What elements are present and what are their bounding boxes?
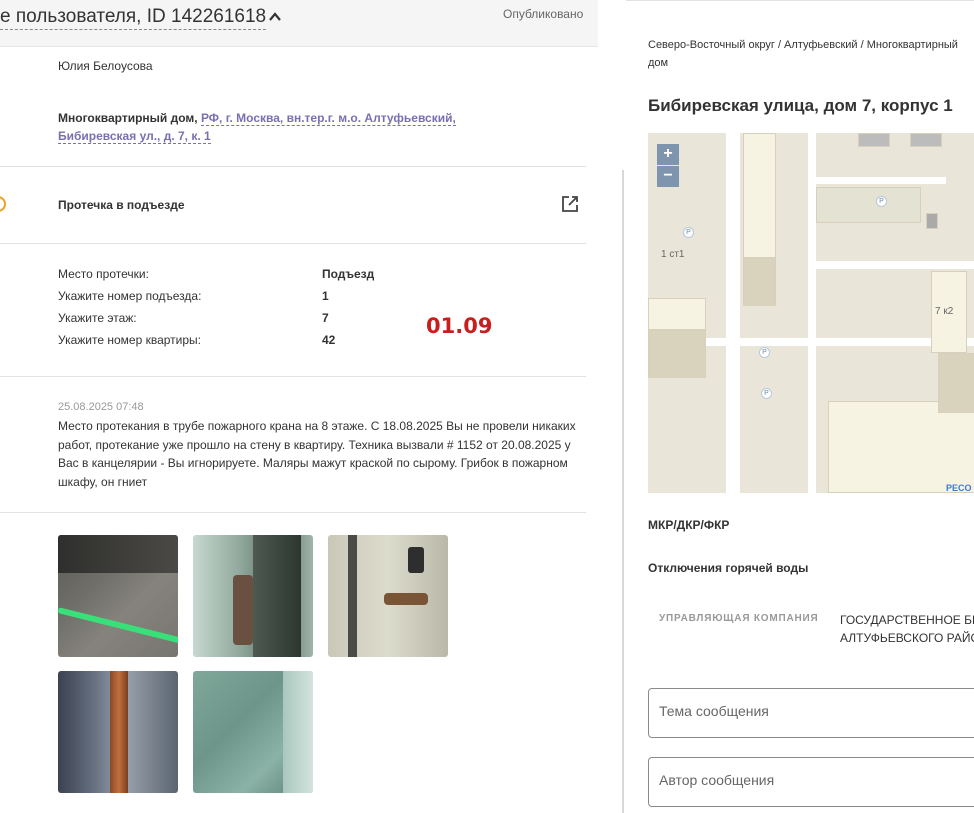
attachment-photo-3[interactable] [328,535,448,657]
map-building-label: 7 к2 [935,306,954,317]
subject-field[interactable] [648,688,974,738]
zoom-out-button[interactable]: − [657,166,679,187]
author-input[interactable] [659,772,959,788]
address-link-line2[interactable]: Бибиревская ул., д. 7, к. 1 [58,129,211,144]
building-type: Многоквартирный дом, [58,111,198,125]
map-building [938,353,974,413]
map-building [743,258,776,306]
message-date: 25.08.2025 07:48 [58,401,144,413]
map-building [816,187,921,223]
appeal-panel: е пользователя, ID 142261618 Опубликован… [0,0,600,813]
status-badge: Опубликовано [503,7,584,21]
category-title: Протечка в подъезде [58,198,185,212]
management-company-value: ГОСУДАРСТВЕННОЕ БЮ АЛТУФЬЕВСКОГО РАЙО [840,611,974,647]
parking-icon: P [761,388,772,399]
author-name: Юлия Белоусова [58,59,153,73]
author-field[interactable] [648,757,974,807]
map-building [858,133,890,147]
management-company-line: АЛТУФЬЕВСКОГО РАЙО [840,631,974,645]
building-panel: Северо-Восточный округ / Алтуфьевский / … [626,0,974,813]
author-address: Многоквартирный дом, РФ, г. Москва, вн.т… [58,109,478,145]
map-building [828,401,974,493]
zoom-in-button[interactable]: + [657,144,679,165]
chevron-up-icon[interactable] [268,10,282,24]
detail-value: 1 [322,289,329,303]
breadcrumb[interactable]: Северо-Восточный округ / Алтуфьевский / … [648,36,974,72]
attachment-photo-4[interactable] [58,671,178,793]
detail-label: Укажите этаж: [58,311,137,325]
appeal-header: е пользователя, ID 142261618 Опубликован… [0,0,598,47]
attachment-photo-5[interactable] [193,671,313,793]
building-title: Бибиревская улица, дом 7, корпус 1 [648,96,953,115]
map-building [743,133,776,258]
author-section: Юлия Белоусова [0,47,586,167]
detail-label: Укажите номер квартиры: [58,333,202,347]
management-company-label: УПРАВЛЯЮЩАЯ КОМПАНИЯ [659,613,819,624]
subject-input[interactable] [659,703,959,719]
detail-label: Укажите номер подъезда: [58,289,202,303]
date-stamp: 01.09 [426,314,493,338]
section-hot-water[interactable]: Отключения горячей воды [648,561,808,575]
external-link-icon[interactable] [561,195,579,213]
map-building [910,133,942,147]
management-company-line: ГОСУДАРСТВЕННОЕ БЮ [840,613,974,627]
detail-label: Место протечки: [58,267,149,281]
building-map[interactable]: + − 1 ст1 7 к2 P P P P PECO [648,133,974,493]
detail-value: 7 [322,311,329,325]
map-building [648,298,706,330]
parking-icon: P [759,347,770,358]
map-provider-logo: PECO [946,483,972,493]
panel-scrollbar[interactable] [622,170,624,813]
section-mkr[interactable]: МКР/ДКР/ФКР [648,518,729,532]
detail-value: 42 [322,333,336,347]
attachment-photo-1[interactable] [58,535,178,657]
map-building [926,213,938,229]
appeal-title[interactable]: е пользователя, ID 142261618 [0,6,267,30]
address-link-line1[interactable]: РФ, г. Москва, вн.тер.г. м.о. Алтуфьевск… [200,111,456,126]
parking-icon: P [876,196,887,207]
attachment-photo-2[interactable] [193,535,313,657]
detail-value: Подъезд [322,267,375,281]
details-section: Место протечки: Подъезд Укажите номер по… [0,244,586,377]
parking-icon: P [683,227,694,238]
message-text: Место протекания в трубе пожарного крана… [58,419,576,489]
map-building [648,330,706,378]
map-building-label: 1 ст1 [661,249,685,260]
